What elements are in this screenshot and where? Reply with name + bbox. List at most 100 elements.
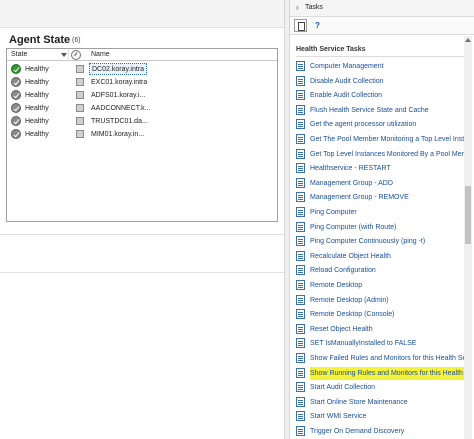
task-item[interactable]: Trigger On Demand Discovery — [294, 425, 472, 438]
task-icon — [296, 382, 305, 393]
task-item[interactable]: Remote Desktop — [294, 279, 472, 292]
computer-icon — [76, 65, 84, 73]
health-check-icon — [11, 129, 21, 139]
task-label: Reset Object Health — [310, 325, 373, 333]
row-state: Healthy — [25, 66, 49, 73]
task-label: Trigger On Demand Discovery — [310, 428, 405, 435]
top-strip — [0, 0, 284, 28]
task-item[interactable]: Ping Computer (with Route) — [294, 221, 472, 234]
task-icon — [296, 177, 305, 188]
computer-icon — [76, 117, 84, 125]
task-item[interactable]: Start Audit Collection — [294, 381, 472, 394]
task-icon — [296, 134, 305, 144]
tasks-pane: › Tasks ? Health Service Tasks Computer … — [290, 0, 474, 439]
task-item[interactable]: Ping Computer — [294, 206, 472, 219]
task-label: Recalculate Object Health — [310, 252, 391, 260]
task-icon — [296, 265, 305, 276]
computer-icon — [76, 91, 84, 99]
health-service-tasks-heading: Health Service Tasks — [296, 46, 366, 53]
task-item[interactable]: Enable Audit Collection — [294, 89, 472, 102]
task-label: Enable Audit Collection — [310, 92, 382, 100]
agent-state-count: (6) — [72, 37, 81, 44]
table-row[interactable]: Healthy ADFS01.koray.i... — [7, 89, 277, 102]
task-item[interactable]: Management Group - REMOVE — [294, 191, 472, 204]
computer-icon — [76, 130, 84, 138]
task-label: Ping Computer Continuously (ping -t) — [310, 238, 426, 246]
task-item[interactable]: Flush Health Service State and Cache — [294, 104, 472, 117]
task-item[interactable]: Management Group - ADD — [294, 177, 472, 190]
task-label: Remote Desktop — [310, 282, 363, 289]
task-label: Start Online Store Maintenance — [310, 398, 408, 406]
task-label: Get Top Level Instances Monitored By a P… — [310, 150, 472, 158]
task-item[interactable]: Show Failed Rules and Monitors for this … — [294, 352, 472, 365]
task-label: Management Group - ADD — [310, 179, 393, 187]
task-icon — [296, 148, 305, 159]
task-label: Disable Audit Collection — [310, 77, 384, 85]
task-icon — [296, 396, 305, 407]
task-label: Get The Pool Member Monitoring a Top Lev… — [310, 136, 472, 143]
task-item[interactable]: Reload Configuration — [294, 264, 472, 277]
tasks-toolbar: ? — [290, 17, 474, 35]
row-state: Healthy — [25, 79, 49, 86]
table-row[interactable]: Healthy MIM01.koray.in... — [7, 128, 277, 141]
task-icon — [296, 280, 305, 290]
row-state: Healthy — [25, 131, 49, 138]
task-item[interactable]: Get The Pool Member Monitoring a Top Lev… — [294, 133, 472, 146]
task-item[interactable]: Ping Computer Continuously (ping -t) — [294, 235, 472, 248]
agent-state-grid[interactable]: State Name Healthy DC02.koray.intra Health… — [6, 48, 278, 222]
task-icon — [296, 192, 305, 203]
grid-header: State Name — [7, 49, 277, 61]
task-label: Computer Management — [310, 63, 384, 70]
task-item[interactable]: Get Top Level Instances Monitored By a P… — [294, 148, 472, 161]
row-name: EXC01.koray.intra — [91, 79, 148, 86]
table-row[interactable]: Healthy AADCONNECT.k... — [7, 102, 277, 115]
tasks-view-icon[interactable] — [294, 19, 307, 32]
task-icon — [296, 75, 305, 86]
task-item[interactable]: Get the agent processor utilization — [294, 118, 472, 131]
table-row[interactable]: Healthy TRUSTDC01.da... — [7, 115, 277, 128]
maintenance-mode-icon[interactable] — [71, 50, 81, 60]
divider — [0, 272, 284, 273]
task-item[interactable]: Computer Management — [294, 60, 472, 73]
task-icon — [296, 104, 305, 115]
task-item[interactable]: SET IsManuallyInstalled to FALSE — [294, 337, 472, 350]
task-icon — [296, 61, 305, 71]
sort-arrow-icon[interactable] — [61, 53, 67, 57]
task-icon — [296, 163, 305, 174]
task-label: Flush Health Service State and Cache — [310, 106, 429, 114]
tasks-header[interactable]: › Tasks — [290, 0, 474, 17]
task-item[interactable]: Healthservice - RESTART — [294, 162, 472, 175]
table-row[interactable]: Healthy EXC01.koray.intra — [7, 76, 277, 89]
table-row[interactable]: Healthy DC02.koray.intra — [7, 63, 277, 76]
row-name: TRUSTDC01.da... — [91, 118, 148, 125]
task-label: Reload Configuration — [310, 267, 376, 275]
task-item[interactable]: Recalculate Object Health — [294, 250, 472, 263]
task-label: Show Failed Rules and Monitors for this … — [310, 355, 472, 362]
computer-icon — [76, 78, 84, 86]
scroll-up-icon[interactable] — [465, 38, 471, 42]
column-header-state[interactable]: State — [7, 49, 69, 61]
task-icon — [296, 426, 305, 436]
health-check-icon — [11, 116, 21, 126]
task-item[interactable]: Reset Object Health — [294, 323, 472, 336]
task-icon — [296, 411, 305, 422]
task-label: SET IsManuallyInstalled to FALSE — [310, 340, 417, 348]
computer-icon — [76, 104, 84, 112]
task-item[interactable]: Show Running Rules and Monitors for this… — [294, 366, 472, 380]
task-item[interactable]: Remote Desktop (Admin) — [294, 294, 472, 307]
task-icon — [296, 367, 305, 378]
task-item[interactable]: Remote Desktop (Console) — [294, 308, 472, 321]
scrollbar-thumb[interactable] — [465, 186, 471, 244]
task-item[interactable]: Disable Audit Collection — [294, 75, 472, 88]
row-state: Healthy — [25, 92, 49, 99]
task-item[interactable]: Start Online Store Maintenance — [294, 396, 472, 409]
task-item[interactable]: Start WMI Service — [294, 410, 472, 423]
chevron-right-icon[interactable]: › — [296, 3, 299, 12]
task-label: Management Group - REMOVE — [310, 194, 409, 202]
help-icon[interactable]: ? — [311, 19, 324, 32]
task-label: Start WMI Service — [310, 413, 367, 421]
task-label: Get the agent processor utilization — [310, 121, 417, 129]
task-label: Remote Desktop (Admin) — [310, 296, 389, 304]
task-icon — [296, 338, 305, 349]
column-header-name[interactable]: Name — [87, 49, 237, 61]
